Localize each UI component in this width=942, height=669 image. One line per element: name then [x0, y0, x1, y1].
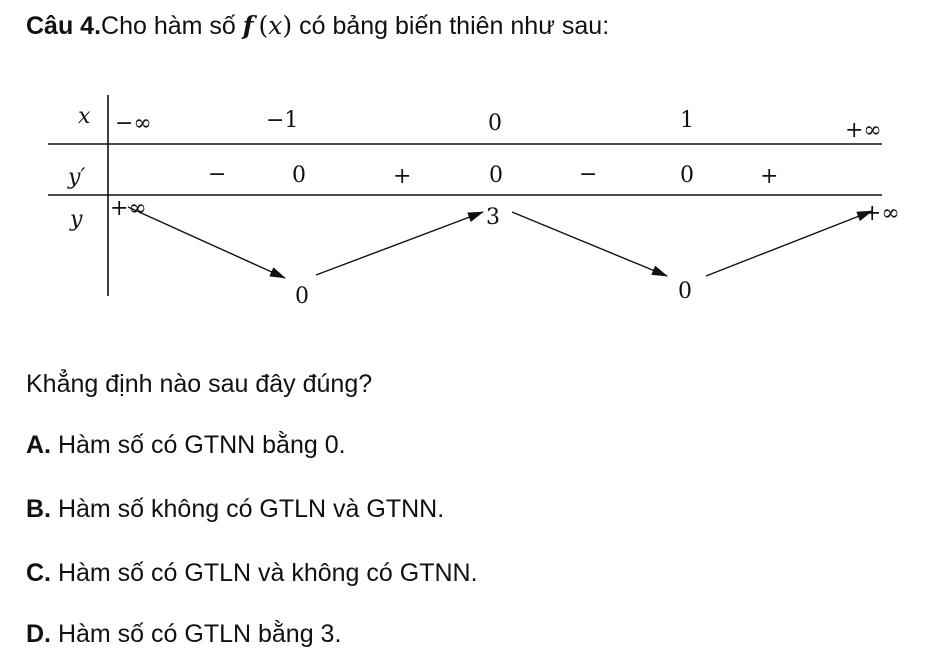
arrow-increase-2: [705, 210, 873, 277]
yprime-sign-2: +: [393, 164, 411, 189]
y-value-left-infinity: +∞: [110, 196, 147, 221]
yprime-sign-3: −: [579, 162, 597, 187]
arrow-increase-1: [315, 211, 484, 276]
yprime-sign-4: +: [760, 164, 778, 189]
x-value-zero: 0: [488, 111, 502, 136]
yprime-zero-2: 0: [489, 163, 503, 188]
option-b-letter: B.: [26, 495, 51, 523]
option-b-text: Hàm số không có GTLN và GTNN.: [51, 495, 445, 523]
row-label-x: x: [78, 104, 91, 129]
x-value-one: 1: [680, 108, 694, 133]
yprime-zero-1: 0: [292, 163, 306, 188]
y-value-right-infinity: +∞: [863, 201, 900, 226]
row-label-y: y: [69, 207, 83, 232]
option-d[interactable]: D. Hàm số có GTLN bằng 3.: [26, 616, 341, 652]
y-value-min-1: 0: [295, 284, 309, 309]
arrow-decrease-1: [127, 206, 286, 279]
x-value-neg-infinity: −∞: [115, 111, 152, 136]
option-a[interactable]: A. Hàm số có GTNN bằng 0.: [26, 427, 346, 463]
option-b[interactable]: B. Hàm số không có GTLN và GTNN.: [26, 491, 444, 527]
option-d-letter: D.: [26, 620, 51, 648]
arrow-decrease-2: [511, 211, 668, 277]
yprime-zero-3: 0: [680, 163, 694, 188]
option-c-text: Hàm số có GTLN và không có GTNN.: [51, 559, 478, 587]
question-prompt: Khẳng định nào sau đây đúng?: [26, 370, 373, 398]
yprime-sign-1: −: [208, 162, 226, 187]
y-value-max: 3: [486, 205, 500, 230]
y-value-min-2: 0: [678, 279, 692, 304]
x-value-minus-one: −1: [266, 108, 298, 133]
option-a-letter: A.: [26, 431, 51, 459]
x-value-pos-infinity: +∞: [845, 118, 882, 143]
option-c[interactable]: C. Hàm số có GTLN và không có GTNN.: [26, 555, 478, 591]
option-a-text: Hàm số có GTNN bằng 0.: [51, 431, 346, 459]
option-c-letter: C.: [26, 559, 51, 587]
option-d-text: Hàm số có GTLN bằng 3.: [51, 620, 342, 648]
row-label-yprime: y′: [67, 165, 85, 190]
